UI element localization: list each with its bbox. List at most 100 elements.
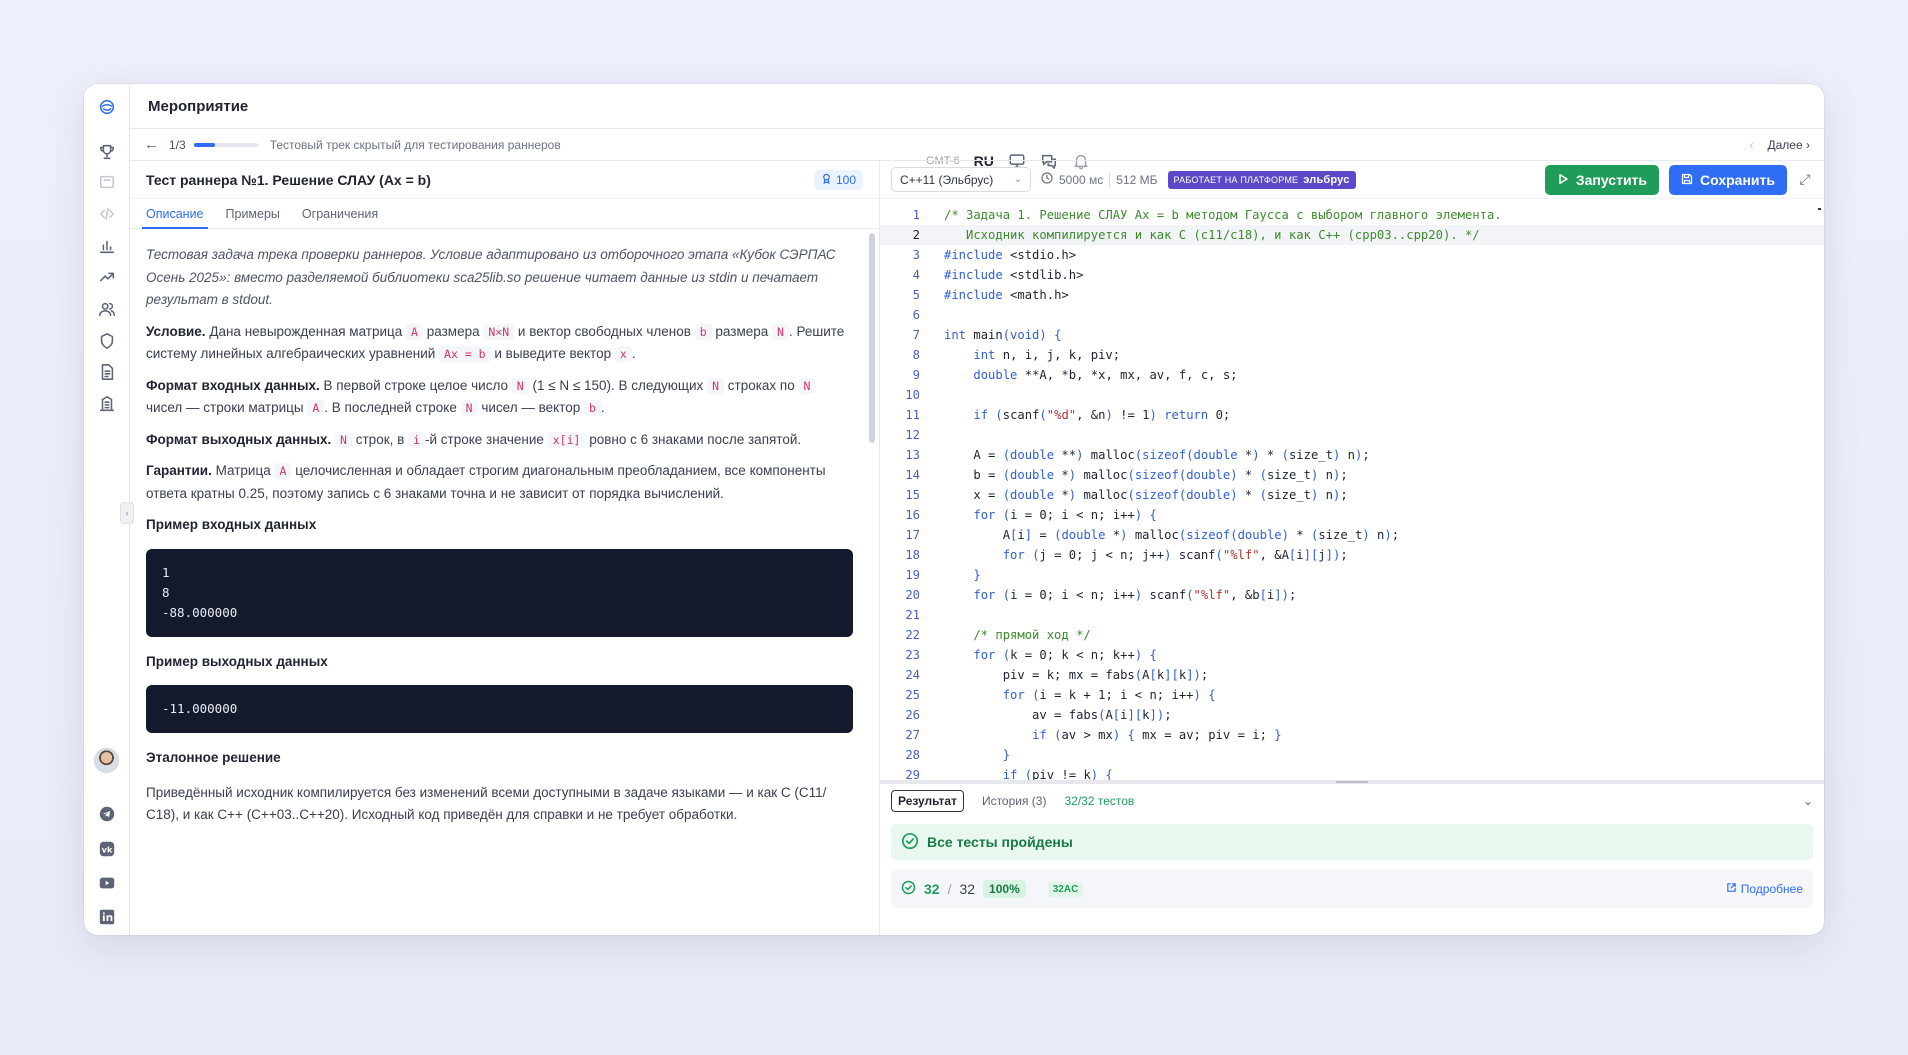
save-label: Сохранить <box>1700 171 1775 188</box>
code-text: x = (double *) malloc(sizeof(double) * (… <box>944 488 1348 502</box>
code-line[interactable]: 23 for (k = 0; k < n; k++) { <box>880 645 1824 665</box>
shield-icon[interactable] <box>97 331 117 351</box>
text: строках по <box>727 377 795 393</box>
code-line[interactable]: 5 #include <math.h> <box>880 285 1824 305</box>
code-line[interactable]: 6 <box>880 305 1824 325</box>
document-icon[interactable] <box>97 362 117 382</box>
save-icon <box>1681 172 1693 188</box>
code-icon[interactable] <box>97 204 117 224</box>
code-line[interactable]: 29 if (piv != k) { <box>880 765 1824 780</box>
tab-limits[interactable]: Ограничения <box>302 199 378 228</box>
code-line[interactable]: 21 <box>880 605 1824 625</box>
line-number: 12 <box>905 428 920 442</box>
inline-code: N×N <box>483 323 515 340</box>
code-line[interactable]: 11 if (scanf("%d", &n) != 1) return 0; <box>880 405 1824 425</box>
code-line[interactable]: 24 piv = k; mx = fabs(A[k][k]); <box>880 665 1824 685</box>
tab-tests-summary[interactable]: 32/32 тестов <box>1064 794 1134 808</box>
line-number: 24 <box>905 668 920 682</box>
code-line[interactable]: 17 A[i] = (double *) malloc(sizeof(doubl… <box>880 525 1824 545</box>
percent-badge: 100% <box>983 880 1026 898</box>
tab-history[interactable]: История (3) <box>982 794 1047 808</box>
code-line[interactable]: 27 if (av > mx) { mx = av; piv = i; } <box>880 725 1824 745</box>
check-circle-small-icon <box>901 880 916 898</box>
header: Мероприятие GMT-6 RU <box>130 84 1824 170</box>
medal-icon <box>821 173 832 187</box>
code-line[interactable]: 25 for (i = k + 1; i < n; i++) { <box>880 685 1824 705</box>
divider <box>1109 172 1111 187</box>
inline-code: b <box>583 400 601 416</box>
code-line[interactable]: 20 for (i = 0; i < n; i++) scanf("%lf", … <box>880 585 1824 605</box>
total-count: 32 <box>959 881 976 897</box>
line-number: 20 <box>905 588 920 602</box>
bar-chart-icon[interactable] <box>97 236 117 256</box>
folder-icon[interactable] <box>97 172 117 192</box>
inline-code: N <box>460 400 478 416</box>
line-number: 22 <box>905 628 920 642</box>
code-text: A = (double **) malloc(sizeof(double *) … <box>944 448 1370 462</box>
line-number: 4 <box>912 268 920 282</box>
tab-examples[interactable]: Примеры <box>226 199 280 228</box>
logo-icon[interactable] <box>97 97 117 117</box>
code-line[interactable]: 13 A = (double **) malloc(sizeof(double … <box>880 445 1824 465</box>
tab-description[interactable]: Описание <box>142 199 208 229</box>
tab-result[interactable]: Результат <box>891 790 964 812</box>
code-line[interactable]: 14 b = (double *) malloc(sizeof(double) … <box>880 465 1824 485</box>
line-number: 7 <box>912 328 920 342</box>
task-intro: Тестовая задача трека проверки раннеров.… <box>146 247 836 307</box>
line-number: 3 <box>912 248 920 262</box>
code-line[interactable]: 7 int main(void) { <box>880 325 1824 345</box>
code-editor[interactable]: 1 /* Задача 1. Решение СЛАУ Ax = b методо… <box>880 199 1824 780</box>
users-icon[interactable] <box>97 299 117 319</box>
language-select[interactable]: C++11 (Эльбрус) ⌄ <box>891 167 1031 192</box>
input-format-label: Формат входных данных. <box>146 377 320 393</box>
code-line[interactable]: 9 double **A, *b, *x, mx, av, f, c, s; <box>880 365 1824 385</box>
line-number: 29 <box>905 768 920 780</box>
example-output-block: -11.000000 <box>146 685 853 733</box>
text: чисел — вектор <box>481 400 581 415</box>
collapse-chevron-icon[interactable]: ⌄ <box>1803 794 1813 808</box>
output-format-label: Формат выходных данных. <box>146 431 332 447</box>
telegram-icon[interactable] <box>97 804 117 824</box>
line-number: 23 <box>905 648 920 662</box>
inline-code: Ax = b <box>439 346 491 362</box>
code-line[interactable]: 15 x = (double *) malloc(sizeof(double) … <box>880 485 1824 505</box>
expand-icon[interactable]: ⤢ <box>1797 171 1813 188</box>
editor-scroll-marker <box>1818 208 1821 210</box>
code-text: #include <stdlib.h> <box>944 268 1084 282</box>
code-line[interactable]: 1 /* Задача 1. Решение СЛАУ Ax = b методо… <box>880 205 1824 225</box>
code-text: piv = k; mx = fabs(A[k][k]); <box>944 668 1209 682</box>
next-button[interactable]: Далее › <box>1768 138 1811 152</box>
code-line[interactable]: 12 <box>880 425 1824 445</box>
text: ровно с 6 знаками после запятой. <box>589 431 802 447</box>
code-line[interactable]: 16 for (i = 0; i < n; i++) { <box>880 505 1824 525</box>
youtube-icon[interactable] <box>97 873 117 893</box>
reference-title: Эталонное решение <box>146 750 281 765</box>
avatar[interactable] <box>94 748 119 773</box>
line-number: 15 <box>905 488 920 502</box>
code-line[interactable]: 3 #include <stdio.h> <box>880 245 1824 265</box>
code-line[interactable]: 4 #include <stdlib.h> <box>880 265 1824 285</box>
save-button[interactable]: Сохранить <box>1669 164 1787 195</box>
line-number: 26 <box>905 708 920 722</box>
code-line[interactable]: 8 int n, i, j, k, piv; <box>880 345 1824 365</box>
app-window: vk › Мероприятие GMT-6 RU ← 1/3 Тестовый… <box>84 84 1824 935</box>
collapse-sidebar-handle[interactable]: › <box>120 502 134 524</box>
vk-icon[interactable]: vk <box>97 839 117 859</box>
code-line[interactable]: 18 for (j = 0; j < n; j++) scanf("%lf", … <box>880 545 1824 565</box>
trending-icon[interactable] <box>97 267 117 287</box>
code-text: if (piv != k) { <box>1002 768 1113 780</box>
details-link[interactable]: Подробнее <box>1726 882 1803 896</box>
score-badge: 100 <box>813 169 863 190</box>
prev-chevron-icon[interactable]: ‹ <box>1750 138 1754 152</box>
code-line[interactable]: 19 } <box>880 565 1824 585</box>
trophy-icon[interactable] <box>97 142 117 162</box>
run-button[interactable]: Запустить <box>1544 164 1660 195</box>
code-line[interactable]: 26 av = fabs(A[i][k]); <box>880 705 1824 725</box>
back-arrow-icon[interactable]: ← <box>144 136 159 153</box>
code-line[interactable]: 10 <box>880 385 1824 405</box>
linkedin-icon[interactable] <box>97 907 117 927</box>
code-line[interactable]: 22 /* прямой ход */ <box>880 625 1824 645</box>
building-icon[interactable] <box>97 394 117 414</box>
code-line[interactable]: 2 Исходник компилируется и как C (c11/c1… <box>880 225 1824 245</box>
code-line[interactable]: 28 } <box>880 745 1824 765</box>
